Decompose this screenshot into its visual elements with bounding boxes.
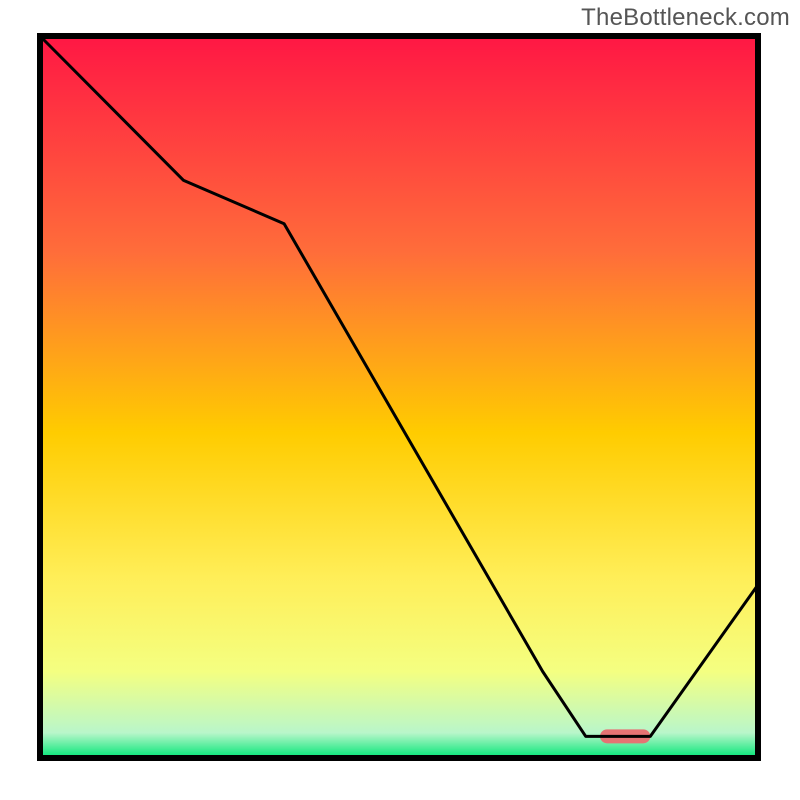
chart-root: TheBottleneck.com (0, 0, 800, 800)
bottleneck-chart (0, 0, 800, 800)
watermark-text: TheBottleneck.com (581, 4, 790, 32)
